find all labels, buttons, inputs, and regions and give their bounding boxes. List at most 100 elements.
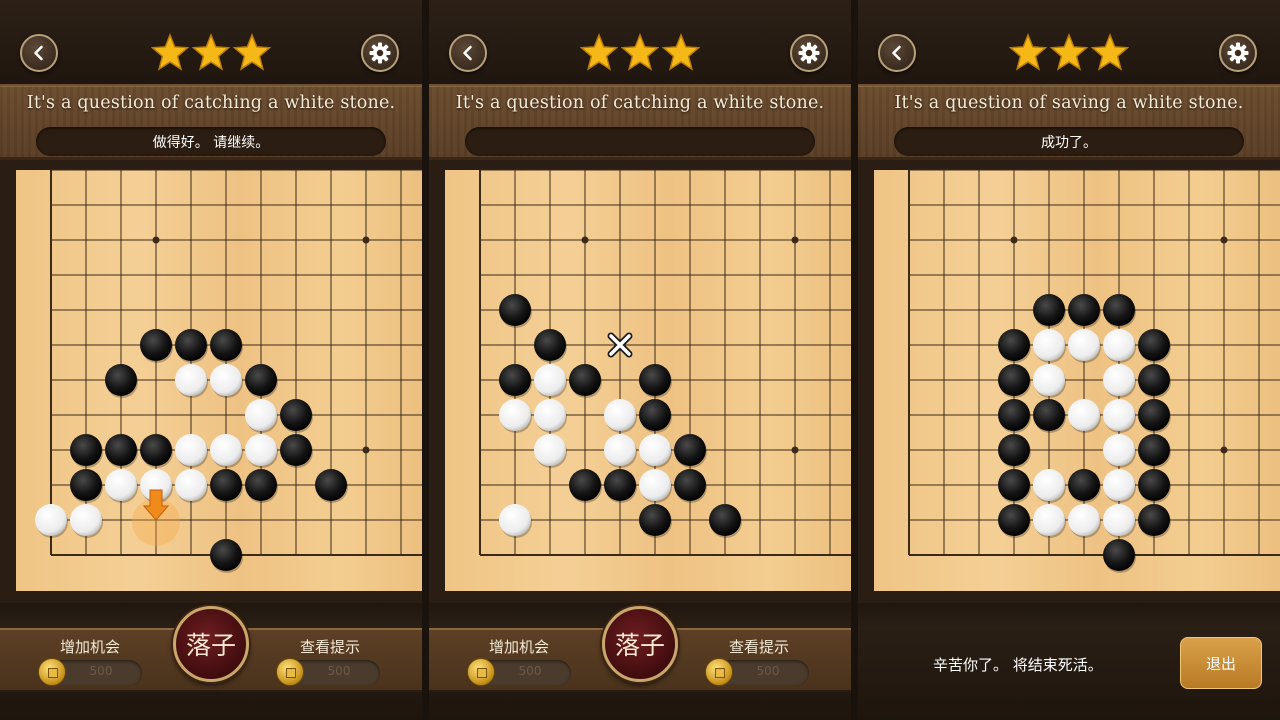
star-point	[1220, 446, 1228, 454]
star-point	[1010, 236, 1018, 244]
white-stone	[210, 434, 242, 466]
black-stone	[998, 399, 1030, 431]
star-icon	[233, 33, 271, 71]
black-stone	[1068, 469, 1100, 501]
go-board[interactable]	[429, 163, 851, 603]
exit-button[interactable]: 退出	[1180, 637, 1262, 689]
black-stone	[639, 504, 671, 536]
black-stone	[569, 469, 601, 501]
white-stone	[70, 504, 102, 536]
white-stone	[175, 469, 207, 501]
black-stone	[1138, 329, 1170, 361]
black-stone	[175, 329, 207, 361]
black-stone	[105, 434, 137, 466]
black-stone	[1138, 469, 1170, 501]
white-stone	[1103, 364, 1135, 396]
black-stone	[315, 469, 347, 501]
settings-button[interactable]	[1219, 34, 1257, 72]
black-stone	[280, 399, 312, 431]
question-text: It's a question of saving a white stone.	[894, 93, 1244, 113]
black-stone	[70, 469, 102, 501]
white-stone	[1103, 329, 1135, 361]
black-stone	[674, 434, 706, 466]
question-text: It's a question of catching a white ston…	[455, 93, 825, 113]
go-board-area[interactable]	[858, 163, 1280, 603]
white-stone	[105, 469, 137, 501]
star-icon	[1009, 33, 1047, 71]
white-stone	[604, 399, 636, 431]
question-text: It's a question of catching a white ston…	[26, 93, 396, 113]
white-stone	[534, 399, 566, 431]
star-icon	[151, 33, 189, 71]
rating-stars	[0, 33, 422, 71]
black-stone	[499, 364, 531, 396]
go-board[interactable]	[858, 163, 1280, 603]
black-stone	[280, 434, 312, 466]
star-icon	[1050, 33, 1088, 71]
white-stone	[604, 434, 636, 466]
place-stone-button[interactable]: 落子	[173, 606, 249, 682]
coin-icon	[467, 658, 495, 686]
white-stone	[1103, 504, 1135, 536]
add-chance-label[interactable]: 增加机会	[35, 636, 145, 657]
black-stone	[1138, 399, 1170, 431]
white-stone	[1068, 329, 1100, 361]
black-stone	[1068, 294, 1100, 326]
black-stone	[998, 434, 1030, 466]
black-stone	[709, 504, 741, 536]
end-message: 辛苦你了。 将结束死活。	[933, 656, 1103, 674]
white-stone	[1033, 504, 1065, 536]
star-point	[152, 236, 160, 244]
white-stone	[35, 504, 67, 536]
view-hint-label[interactable]: 查看提示	[275, 636, 385, 657]
white-stone	[534, 364, 566, 396]
go-board[interactable]	[0, 163, 422, 603]
star-point	[362, 236, 370, 244]
white-stone	[499, 504, 531, 536]
black-stone	[998, 329, 1030, 361]
black-stone	[210, 469, 242, 501]
black-stone	[998, 504, 1030, 536]
white-stone	[1103, 469, 1135, 501]
white-stone	[1068, 399, 1100, 431]
settings-button[interactable]	[361, 34, 399, 72]
star-icon	[621, 33, 659, 71]
go-board-area[interactable]	[429, 163, 851, 603]
white-stone	[1068, 504, 1100, 536]
black-stone	[70, 434, 102, 466]
black-stone	[1033, 294, 1065, 326]
gear-icon	[369, 42, 391, 64]
black-stone	[1138, 504, 1170, 536]
settings-button[interactable]	[790, 34, 828, 72]
star-point	[362, 446, 370, 454]
white-stone	[1033, 469, 1065, 501]
rating-stars	[858, 33, 1280, 71]
star-icon	[662, 33, 700, 71]
black-stone	[210, 539, 242, 571]
add-chance-label[interactable]: 增加机会	[464, 636, 574, 657]
black-stone	[140, 329, 172, 361]
black-stone	[1138, 364, 1170, 396]
black-stone	[105, 364, 137, 396]
black-stone	[245, 469, 277, 501]
black-stone	[499, 294, 531, 326]
white-stone	[639, 469, 671, 501]
rating-stars	[429, 33, 851, 71]
go-board-area[interactable]	[0, 163, 422, 603]
star-icon	[1091, 33, 1129, 71]
white-stone	[639, 434, 671, 466]
black-stone	[1103, 539, 1135, 571]
place-stone-button[interactable]: 落子	[602, 606, 678, 682]
black-stone	[1033, 399, 1065, 431]
star-point	[581, 236, 589, 244]
status-message: 做得好。 请继续。	[36, 127, 386, 156]
gear-icon	[798, 42, 820, 64]
coin-icon	[276, 658, 304, 686]
star-point	[1220, 236, 1228, 244]
black-stone	[1103, 294, 1135, 326]
white-stone	[245, 399, 277, 431]
white-stone	[175, 434, 207, 466]
view-hint-label[interactable]: 查看提示	[704, 636, 814, 657]
white-stone	[1033, 364, 1065, 396]
coin-icon	[38, 658, 66, 686]
